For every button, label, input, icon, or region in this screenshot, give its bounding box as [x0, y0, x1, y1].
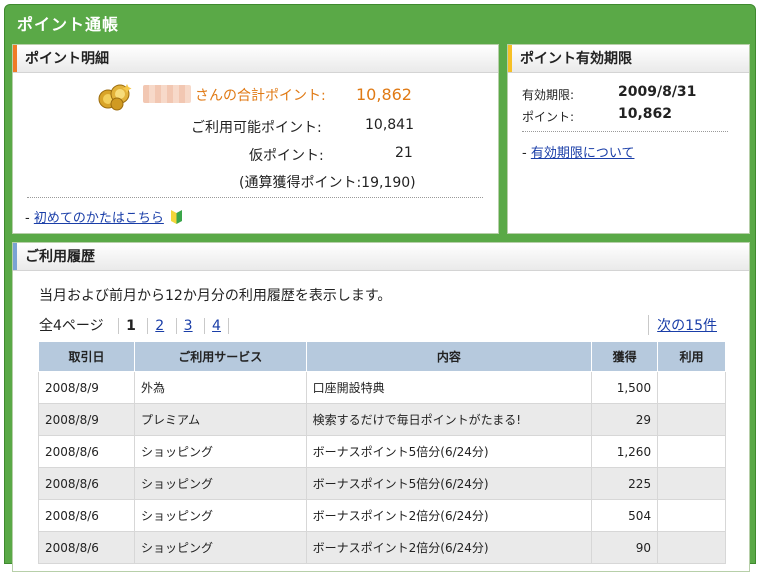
cell-date: 2008/8/9 [38, 403, 135, 436]
page-link-4[interactable]: 4 [204, 318, 229, 334]
history-table: 取引日 ご利用サービス 内容 獲得 利用 2008/8/9 外為 口座開設特典 … [38, 341, 726, 564]
expiry-points-label: ポイント: [522, 110, 575, 124]
total-points-value: 10,862 [356, 85, 412, 104]
cell-earned: 225 [591, 467, 659, 500]
cell-used [657, 499, 726, 532]
temp-points-value: 21 [395, 145, 413, 161]
expiry-date-label: 有効期限: [522, 88, 575, 102]
usage-history-panel: ご利用履歴 当月および前月から12か月分の利用履歴を表示します。 全4ページ 1… [12, 242, 750, 572]
cell-content: ボーナスポイント5倍分(6/24分) [305, 467, 593, 500]
cell-content: ボーナスポイント5倍分(6/24分) [305, 435, 593, 468]
page-title: ポイント通帳 [17, 15, 120, 34]
cell-earned: 504 [591, 499, 659, 532]
table-row: 2008/8/6 ショッピング ボーナスポイント2倍分(6/24分) 90 [38, 531, 726, 564]
usage-history-header: ご利用履歴 [13, 243, 749, 271]
cell-content: ボーナスポイント2倍分(6/24分) [305, 499, 593, 532]
first-time-link[interactable]: 初めてのかたはこちら [34, 211, 164, 226]
table-row: 2008/8/9 プレミアム 検索するだけで毎日ポイントがたまる! 29 [38, 403, 726, 436]
cell-used [657, 371, 726, 404]
total-points-label: さんの合計ポイント: [195, 88, 326, 104]
cell-used [657, 467, 726, 500]
cell-content: ボーナスポイント2倍分(6/24分) [305, 531, 593, 564]
next-page-link[interactable]: 次の15件 [648, 315, 717, 335]
cell-used [657, 435, 726, 468]
table-row: 2008/8/9 外為 口座開設特典 1,500 [38, 371, 726, 404]
cell-earned: 1,500 [591, 371, 659, 404]
points-detail-panel: ポイント明細 さんの合計ポイント: 10,862 ご利用可能ポイント: 10,8… [12, 44, 499, 234]
cumulative-points: (通算獲得ポイント:19,190) [239, 175, 416, 191]
cell-earned: 90 [591, 531, 659, 564]
about-expiry-row: - 有効期限について [522, 142, 634, 161]
about-expiry-link[interactable]: 有効期限について [531, 146, 635, 161]
first-time-link-row: - 初めてのかたはこちら [25, 207, 182, 226]
cell-used [657, 531, 726, 564]
coins-icon [98, 84, 132, 111]
table-row: 2008/8/6 ショッピング ボーナスポイント2倍分(6/24分) 504 [38, 499, 726, 532]
col-date: 取引日 [38, 341, 135, 372]
col-used: 利用 [657, 341, 726, 372]
available-points-value: 10,841 [365, 117, 414, 133]
page-current: 1 [118, 318, 143, 334]
user-name-masked [143, 85, 191, 103]
total-pages: 全4ページ [39, 318, 104, 334]
page-link-2[interactable]: 2 [147, 318, 171, 334]
available-points-label: ご利用可能ポイント: [191, 120, 322, 136]
link-prefix: - [522, 146, 527, 161]
expiry-date-value: 2009/8/31 [618, 84, 697, 100]
divider [27, 197, 483, 198]
page-link-3[interactable]: 3 [175, 318, 200, 334]
cell-service: ショッピング [133, 467, 307, 500]
cell-service: プレミアム [133, 403, 307, 436]
table-row: 2008/8/6 ショッピング ボーナスポイント5倍分(6/24分) 225 [38, 467, 726, 500]
cell-earned: 1,260 [591, 435, 659, 468]
cell-date: 2008/8/6 [38, 531, 135, 564]
divider [522, 131, 728, 132]
cell-date: 2008/8/6 [38, 499, 135, 532]
table-row: 2008/8/6 ショッピング ボーナスポイント5倍分(6/24分) 1,260 [38, 435, 726, 468]
beginner-mark-icon [171, 210, 182, 224]
cell-date: 2008/8/6 [38, 435, 135, 468]
cell-used [657, 403, 726, 436]
table-header-row: 取引日 ご利用サービス 内容 獲得 利用 [38, 341, 726, 372]
history-intro: 当月および前月から12か月分の利用履歴を表示します。 [39, 288, 392, 304]
cell-earned: 29 [591, 403, 659, 436]
cell-service: 外為 [133, 371, 307, 404]
cell-date: 2008/8/9 [38, 371, 135, 404]
expiry-points-value: 10,862 [618, 106, 673, 122]
temp-points-label: 仮ポイント: [249, 148, 324, 164]
col-content: 内容 [305, 341, 593, 372]
cell-service: ショッピング [133, 499, 307, 532]
link-prefix: - [25, 211, 30, 226]
points-detail-header: ポイント明細 [13, 45, 498, 73]
col-earned: 獲得 [591, 341, 659, 372]
pagination: 全4ページ 1 2 3 4 [39, 315, 229, 335]
col-service: ご利用サービス [133, 341, 307, 372]
cell-content: 検索するだけで毎日ポイントがたまる! [305, 403, 593, 436]
cell-service: ショッピング [133, 435, 307, 468]
points-expiry-header: ポイント有効期限 [508, 45, 749, 73]
cell-service: ショッピング [133, 531, 307, 564]
points-expiry-panel: ポイント有効期限 有効期限: 2009/8/31 ポイント: 10,862 - … [507, 44, 750, 234]
cell-content: 口座開設特典 [305, 371, 593, 404]
cell-date: 2008/8/6 [38, 467, 135, 500]
